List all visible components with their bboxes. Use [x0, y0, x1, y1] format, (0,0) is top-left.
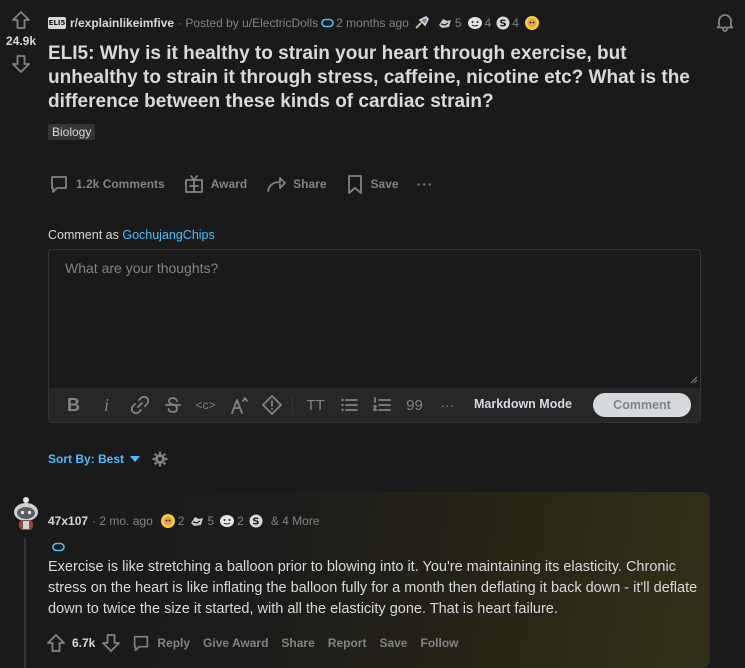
rocket-award-icon[interactable]	[414, 16, 432, 30]
bulleted-list-icon	[340, 398, 358, 412]
share-icon	[267, 177, 287, 192]
upvote-icon[interactable]	[46, 633, 66, 653]
italic-icon: i	[103, 394, 109, 415]
caret-down-icon	[130, 456, 141, 462]
follow-button[interactable]: Follow	[420, 636, 458, 650]
more-icon: ···	[416, 176, 434, 192]
resize-handle-icon[interactable]	[688, 374, 698, 384]
bold-icon: B	[67, 394, 80, 415]
post-title: ELI5: Why is it healthy to strain your h…	[48, 43, 690, 112]
post-meta: ELI5 r/explainlikeimfive · Posted by u/E…	[48, 14, 542, 32]
wholesome-award-icon[interactable]: 2	[219, 514, 244, 528]
current-username-link[interactable]: GochujangChips	[122, 228, 214, 242]
bulleted-list-button[interactable]	[336, 393, 361, 417]
post-author[interactable]: u/ElectricDolls	[242, 16, 318, 30]
upvote-icon[interactable]	[11, 10, 31, 30]
italic-button[interactable]: i	[94, 393, 119, 417]
comment-as-label: Comment as GochujangChips	[48, 228, 215, 242]
reply-button[interactable]: Reply	[131, 633, 190, 653]
comment-author[interactable]: 47x107	[48, 514, 88, 528]
gear-icon[interactable]	[152, 451, 168, 467]
svg-text:S: S	[500, 19, 507, 30]
comment-editor: B i <c> TT 99	[48, 249, 701, 423]
link-icon	[130, 395, 149, 415]
gift-icon	[184, 175, 203, 193]
code-icon: <c>	[195, 398, 216, 412]
quote-button[interactable]: 99	[402, 393, 427, 417]
numbered-list-button[interactable]	[369, 393, 394, 417]
more-formatting-button[interactable]: ···	[435, 393, 460, 417]
comment-input[interactable]	[49, 250, 700, 388]
thread-line[interactable]	[24, 538, 26, 668]
more-options-button[interactable]: ···	[417, 176, 434, 192]
markdown-mode-toggle[interactable]: Markdown Mode	[474, 397, 572, 411]
spoiler-icon	[261, 395, 282, 415]
share-button[interactable]: Share	[281, 636, 314, 650]
save-button[interactable]: Save	[345, 173, 399, 195]
comment-actions-bar: 6.7k Reply Give Award Share Report Save …	[46, 632, 471, 654]
post-vote-count: 24.9k	[5, 34, 37, 48]
more-awards-link[interactable]: & 4 More	[271, 514, 320, 528]
comment-meta: 47x107 · 2 mo. ago 2 5 2 S & 4 More	[48, 512, 320, 530]
bookmark-icon	[347, 175, 362, 194]
post-vote-column: 24.9k	[0, 10, 42, 74]
post-actions-bar: 1.2k Comments Award Share Save ···	[48, 170, 452, 198]
downvote-icon[interactable]	[101, 633, 121, 653]
svg-text:S: S	[252, 517, 259, 528]
chat-flag-icon	[52, 542, 65, 552]
submit-comment-button[interactable]: Comment	[593, 393, 691, 417]
sort-dropdown[interactable]: Sort By: Best	[48, 451, 168, 467]
notification-bell-icon[interactable]	[715, 12, 735, 32]
heading-icon: TT	[306, 396, 325, 414]
post-flair[interactable]: Biology	[48, 124, 96, 140]
link-button[interactable]	[127, 393, 152, 417]
gold-award-icon[interactable]	[524, 15, 542, 31]
save-button[interactable]: Save	[379, 636, 407, 650]
silver-award-icon[interactable]: S 4	[496, 16, 519, 30]
downvote-icon[interactable]	[11, 54, 31, 74]
bold-button[interactable]: B	[61, 393, 86, 417]
share-button[interactable]: Share	[265, 173, 327, 195]
comment-icon	[134, 635, 149, 652]
subreddit-link[interactable]: r/explainlikeimfive	[70, 16, 174, 30]
more-icon: ···	[440, 397, 455, 413]
spoiler-button[interactable]	[259, 393, 284, 417]
quote-icon: 99	[406, 396, 423, 414]
strikethrough-icon	[164, 397, 181, 413]
toolbar-divider	[292, 395, 293, 415]
helpful-award-icon[interactable]: 5	[437, 16, 462, 30]
superscript-button[interactable]	[226, 393, 251, 417]
silver-award-icon[interactable]: S	[249, 514, 265, 528]
inline-code-button[interactable]: <c>	[193, 393, 218, 417]
report-button[interactable]: Report	[328, 636, 367, 650]
helpful-award-icon[interactable]: 5	[189, 514, 214, 528]
superscript-icon	[230, 397, 248, 414]
comments-button[interactable]: 1.2k Comments	[48, 173, 165, 195]
gold-award-icon[interactable]: 2	[160, 513, 184, 529]
numbered-list-icon	[372, 397, 391, 411]
post-time[interactable]: 2 months ago	[336, 16, 409, 30]
comment-icon	[51, 176, 67, 193]
editor-toolbar: B i <c> TT 99 ··· Markdown Mode Comment	[49, 388, 700, 422]
sort-label: Sort By: Best	[48, 452, 125, 466]
comment-body: Exercise is like stretching a balloon pr…	[48, 559, 698, 617]
chat-flag-icon	[321, 18, 334, 28]
heading-button[interactable]: TT	[303, 393, 328, 417]
strikethrough-button[interactable]	[160, 393, 185, 417]
give-award-button[interactable]: Give Award	[203, 636, 268, 650]
posted-by-label: · Posted by	[178, 16, 239, 30]
award-button[interactable]: Award	[183, 173, 247, 195]
avatar[interactable]	[12, 496, 40, 532]
subreddit-icon[interactable]: ELI5	[48, 17, 66, 29]
comment-time[interactable]: · 2 mo. ago	[92, 514, 153, 528]
wholesome-award-icon[interactable]: 4	[467, 16, 491, 30]
comment-vote-count: 6.7k	[72, 636, 96, 650]
